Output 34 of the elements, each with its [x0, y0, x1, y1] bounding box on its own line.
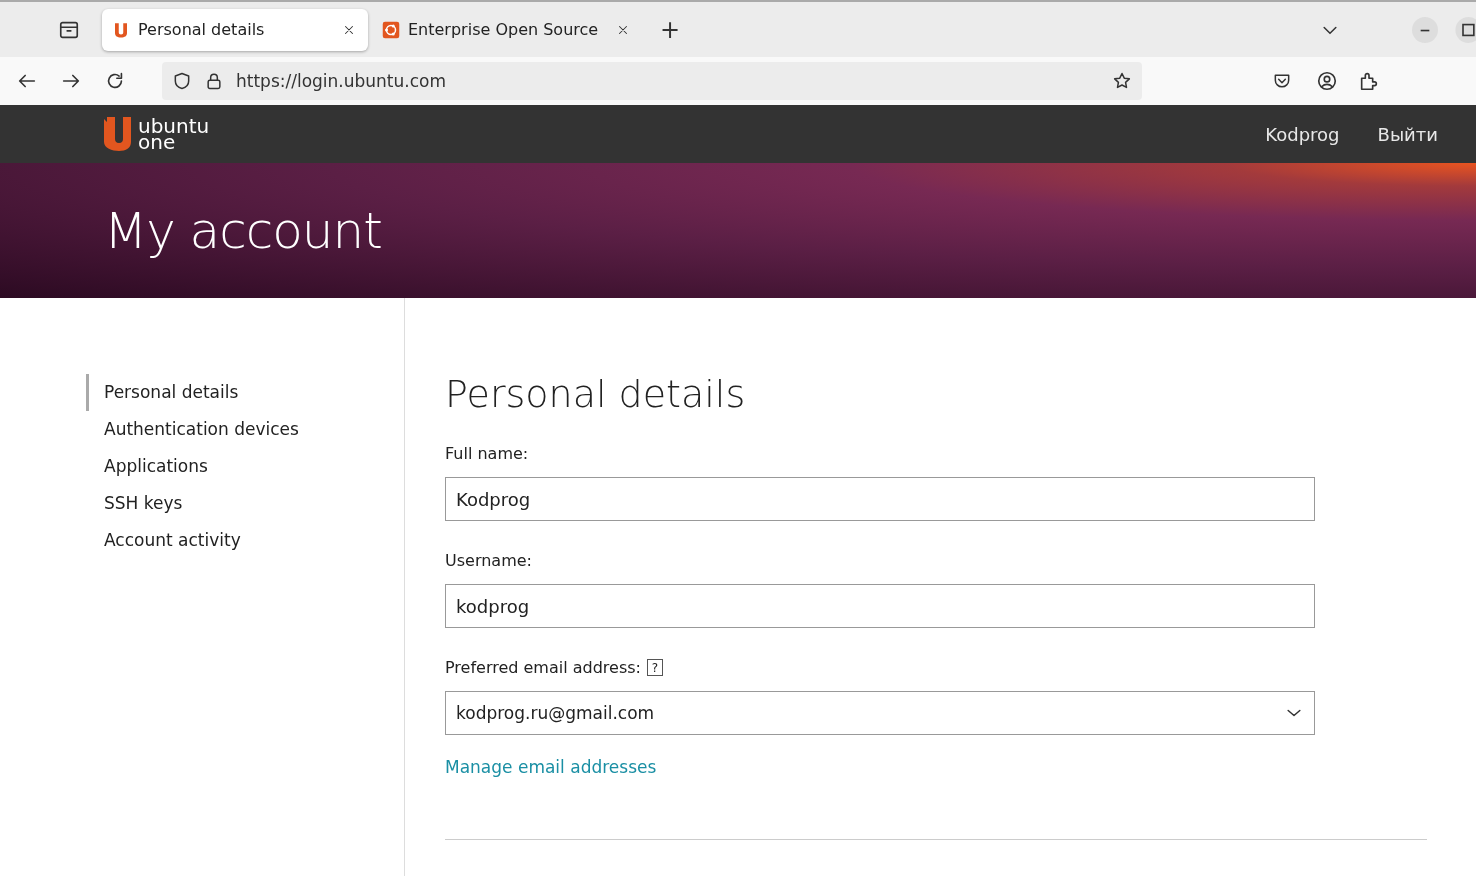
sidebar-item[interactable]: Authentication devices: [86, 411, 299, 448]
star-icon[interactable]: [1112, 71, 1132, 91]
field-label: Full name:: [445, 444, 529, 463]
header-link[interactable]: Kodprog: [1265, 123, 1340, 145]
shield-icon[interactable]: [172, 71, 192, 91]
sidebar-item[interactable]: Personal details: [86, 374, 239, 411]
logo-text: ubuntu: [138, 118, 210, 134]
url-text: https://login.ubuntu.com: [236, 71, 448, 91]
new-tab-button[interactable]: +: [654, 15, 687, 44]
header-link[interactable]: Выйти: [1377, 123, 1438, 145]
ubuntu-logo-icon: [382, 20, 400, 39]
ubuntu-one-logo-icon: [112, 20, 130, 39]
account-icon[interactable]: [1316, 70, 1338, 92]
tab-title: Personal details: [138, 20, 266, 39]
text-field[interactable]: kodprog: [445, 584, 1315, 628]
field-label: Preferred email address:: [445, 658, 641, 677]
tab-title: Enterprise Open Source: [408, 20, 600, 39]
sidebar-item[interactable]: Account activity: [86, 522, 241, 559]
sidebar-item[interactable]: SSH keys: [86, 485, 183, 522]
field-label: Username:: [445, 551, 532, 570]
sidebar-item[interactable]: Applications: [86, 448, 208, 485]
section-heading: Personal details: [445, 372, 747, 416]
text-field[interactable]: Kodprog: [445, 477, 1315, 521]
puzzle-piece-icon[interactable]: [1358, 70, 1380, 92]
lock-icon[interactable]: [204, 71, 224, 91]
logo-text: one: [138, 134, 176, 150]
browser-tab[interactable]: Enterprise Open Source: [372, 8, 642, 51]
manage-emails-link[interactable]: Manage email addresses: [445, 757, 657, 777]
address-bar[interactable]: https://login.ubuntu.com: [162, 62, 1142, 100]
page-title: My account: [104, 201, 382, 260]
help-icon[interactable]: ?: [647, 659, 663, 676]
ubuntu-one-logo-icon: [102, 114, 134, 154]
email-dropdown[interactable]: kodprog.ru@gmail.com: [445, 691, 1315, 735]
browser-tab[interactable]: Personal details: [102, 8, 368, 51]
